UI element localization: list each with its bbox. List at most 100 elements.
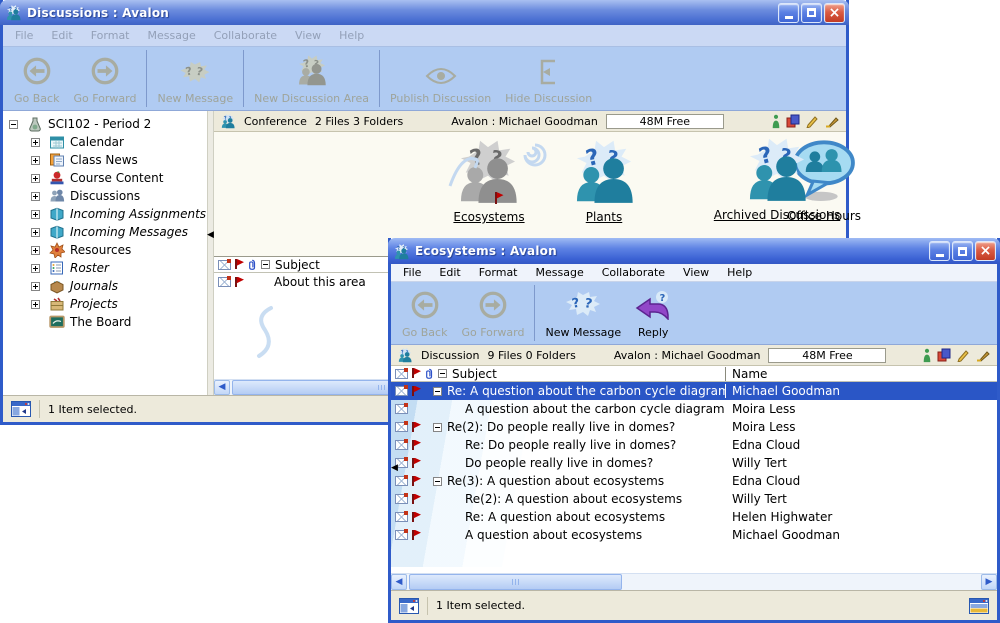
subject-column-header[interactable]: Subject — [452, 367, 725, 381]
menu-file[interactable]: File — [8, 27, 40, 44]
flag-icon — [411, 494, 421, 505]
pane-toggle-icon[interactable] — [399, 598, 419, 614]
new-message-button[interactable]: New Message — [150, 47, 240, 110]
expand-icon[interactable] — [31, 138, 40, 147]
tree-item-resources[interactable]: Resources — [3, 241, 207, 259]
new-discussion-area-button[interactable]: New Discussion Area — [247, 47, 376, 110]
conference-item-archived-discussions[interactable]: Archived Discussions — [662, 135, 892, 222]
expand-icon[interactable] — [31, 210, 40, 219]
go-forward-button[interactable]: Go Forward — [66, 47, 143, 110]
chalkboard-icon — [49, 314, 65, 330]
maximize-button[interactable] — [801, 3, 822, 23]
go-forward-button[interactable]: Go Forward — [454, 282, 531, 344]
thread-collapse-icon[interactable] — [433, 423, 442, 432]
pen-icon[interactable] — [975, 348, 991, 362]
tree-item-roster[interactable]: Roster — [3, 259, 207, 277]
menu-view[interactable]: View — [676, 264, 716, 281]
message-row[interactable]: A question about ecosystems Michael Good… — [391, 526, 997, 544]
pane-toggle-icon[interactable] — [11, 401, 31, 417]
expand-icon[interactable] — [31, 156, 40, 165]
expand-icon[interactable] — [31, 300, 40, 309]
subject-column-header[interactable]: Subject — [275, 258, 320, 272]
menu-collaborate[interactable]: Collaborate — [207, 27, 284, 44]
menu-file[interactable]: File — [396, 264, 428, 281]
reply-button[interactable]: Reply — [628, 282, 678, 344]
expand-icon[interactable] — [31, 246, 40, 255]
message-row[interactable]: Re(3): A question about ecosystems Edna … — [391, 472, 997, 490]
tree-item-discussions[interactable]: Discussions — [3, 187, 207, 205]
online-user-icon[interactable] — [922, 348, 932, 363]
ecosystems-titlebar[interactable]: Ecosystems : Avalon × — [388, 238, 1000, 264]
expand-icon[interactable] — [31, 192, 40, 201]
new-message-button[interactable]: New Message — [538, 282, 628, 344]
message-row[interactable]: Re: Do people really live in domes? Edna… — [391, 436, 997, 454]
expand-icon[interactable] — [31, 264, 40, 273]
discussions-titlebar[interactable]: Discussions : Avalon × — [0, 0, 849, 25]
maximize-button[interactable] — [952, 241, 973, 261]
message-row[interactable]: Re(2): A question about ecosystems Willy… — [391, 490, 997, 508]
message-row[interactable]: A question about the carbon cycle diagra… — [391, 400, 997, 418]
thread-collapse-icon[interactable] — [261, 260, 270, 269]
pane-splitter[interactable]: ◀ — [207, 111, 214, 395]
name-column-header[interactable]: Name — [725, 367, 997, 381]
pen-icon[interactable] — [824, 114, 840, 128]
scroll-left-button[interactable]: ◀ — [391, 574, 407, 590]
menu-format[interactable]: Format — [84, 27, 137, 44]
message-list-header[interactable]: Subject Name — [391, 366, 997, 382]
scrollbar-track[interactable] — [407, 574, 981, 590]
online-user-icon[interactable] — [771, 114, 781, 129]
pencil-icon[interactable] — [956, 348, 970, 362]
thread-collapse-icon[interactable] — [433, 387, 442, 396]
hide-discussion-button[interactable]: Hide Discussion — [498, 47, 599, 110]
close-button[interactable]: × — [824, 3, 845, 23]
scroll-right-button[interactable]: ▶ — [981, 574, 997, 590]
pages-icon[interactable] — [937, 348, 951, 362]
splitter-collapse-arrow[interactable]: ◀ — [207, 231, 214, 240]
expand-icon[interactable] — [31, 228, 40, 237]
status-divider — [427, 597, 428, 615]
flag-icon — [411, 440, 421, 451]
menu-edit[interactable]: Edit — [432, 264, 467, 281]
menu-view[interactable]: View — [288, 27, 328, 44]
collapse-icon[interactable] — [9, 120, 18, 129]
menubar: File Edit Format Message Collaborate Vie… — [3, 25, 846, 47]
horizontal-scrollbar[interactable]: ◀ ▶ — [391, 573, 997, 590]
tree-item-projects[interactable]: Projects — [3, 295, 207, 313]
tree-item-sci102[interactable]: SCI102 - Period 2 — [3, 115, 207, 133]
tree-item-calendar[interactable]: Calendar — [3, 133, 207, 151]
menu-collaborate[interactable]: Collaborate — [595, 264, 672, 281]
scrollbar-thumb[interactable] — [409, 574, 622, 590]
menu-help[interactable]: Help — [332, 27, 371, 44]
menu-format[interactable]: Format — [472, 264, 525, 281]
splitter-collapse-arrow[interactable]: ◀ — [391, 464, 398, 473]
scroll-left-button[interactable]: ◀ — [214, 380, 230, 395]
menu-edit[interactable]: Edit — [44, 27, 79, 44]
expand-icon[interactable] — [31, 282, 40, 291]
conference-item-plants[interactable]: Plants — [534, 137, 674, 224]
tree-item-incoming-assignments[interactable]: Incoming Assignments — [3, 205, 207, 223]
go-back-button[interactable]: Go Back — [7, 47, 66, 110]
minimize-button[interactable] — [778, 3, 799, 23]
thread-collapse-icon[interactable] — [433, 477, 442, 486]
publish-discussion-button[interactable]: Publish Discussion — [383, 47, 498, 110]
menu-message[interactable]: Message — [529, 264, 591, 281]
tree-item-class-news[interactable]: Class News — [3, 151, 207, 169]
pages-icon[interactable] — [786, 114, 800, 128]
message-row[interactable]: Re: A question about ecosystems Helen Hi… — [391, 508, 997, 526]
minimize-button[interactable] — [929, 241, 950, 261]
expand-icon[interactable] — [31, 174, 40, 183]
message-row[interactable]: Re: A question about the carbon cycle di… — [391, 382, 997, 400]
thread-collapse-icon[interactable] — [438, 369, 447, 378]
tree-item-incoming-messages[interactable]: Incoming Messages — [3, 223, 207, 241]
close-button[interactable]: × — [975, 241, 996, 261]
tree-item-the-board[interactable]: The Board — [3, 313, 207, 331]
message-row[interactable]: Re(2): Do people really live in domes? M… — [391, 418, 997, 436]
menu-help[interactable]: Help — [720, 264, 759, 281]
pencil-icon[interactable] — [805, 114, 819, 128]
go-back-button[interactable]: Go Back — [395, 282, 454, 344]
view-options-icon[interactable] — [969, 598, 989, 614]
tree-item-journals[interactable]: Journals — [3, 277, 207, 295]
message-row[interactable]: Do people really live in domes? Willy Te… — [391, 454, 997, 472]
tree-item-course-content[interactable]: Course Content — [3, 169, 207, 187]
menu-message[interactable]: Message — [141, 27, 203, 44]
